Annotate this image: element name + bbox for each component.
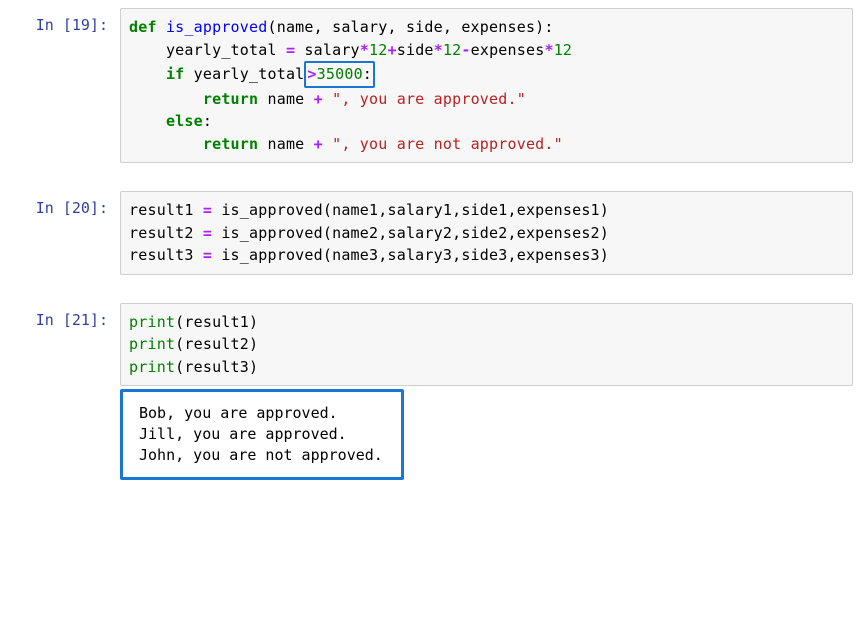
prompt-label: In [19]: — [8, 8, 120, 34]
code-input[interactable]: def is_approved(name, salary, side, expe… — [120, 8, 853, 163]
cell-body: print(result1) print(result2) print(resu… — [120, 303, 853, 481]
output-block: Bob, you are approved. Jill, you are app… — [131, 397, 391, 472]
prompt-label: In [21]: — [8, 303, 120, 329]
code-block: def is_approved(name, salary, side, expe… — [129, 16, 844, 155]
prompt-label: In [20]: — [8, 191, 120, 217]
code-block: print(result1) print(result2) print(resu… — [129, 311, 844, 379]
cell-body: result1 = is_approved(name1,salary1,side… — [120, 191, 853, 275]
code-input[interactable]: result1 = is_approved(name1,salary1,side… — [120, 191, 853, 275]
highlighted-output: Bob, you are approved. Jill, you are app… — [120, 389, 404, 480]
code-block: result1 = is_approved(name1,salary1,side… — [129, 199, 844, 267]
notebook-cell-21: In [21]: print(result1) print(result2) p… — [8, 303, 853, 481]
notebook-cell-20: In [20]: result1 = is_approved(name1,sal… — [8, 191, 853, 275]
cell-body: def is_approved(name, salary, side, expe… — [120, 8, 853, 163]
notebook-cell-19: In [19]: def is_approved(name, salary, s… — [8, 8, 853, 163]
code-input[interactable]: print(result1) print(result2) print(resu… — [120, 303, 853, 387]
